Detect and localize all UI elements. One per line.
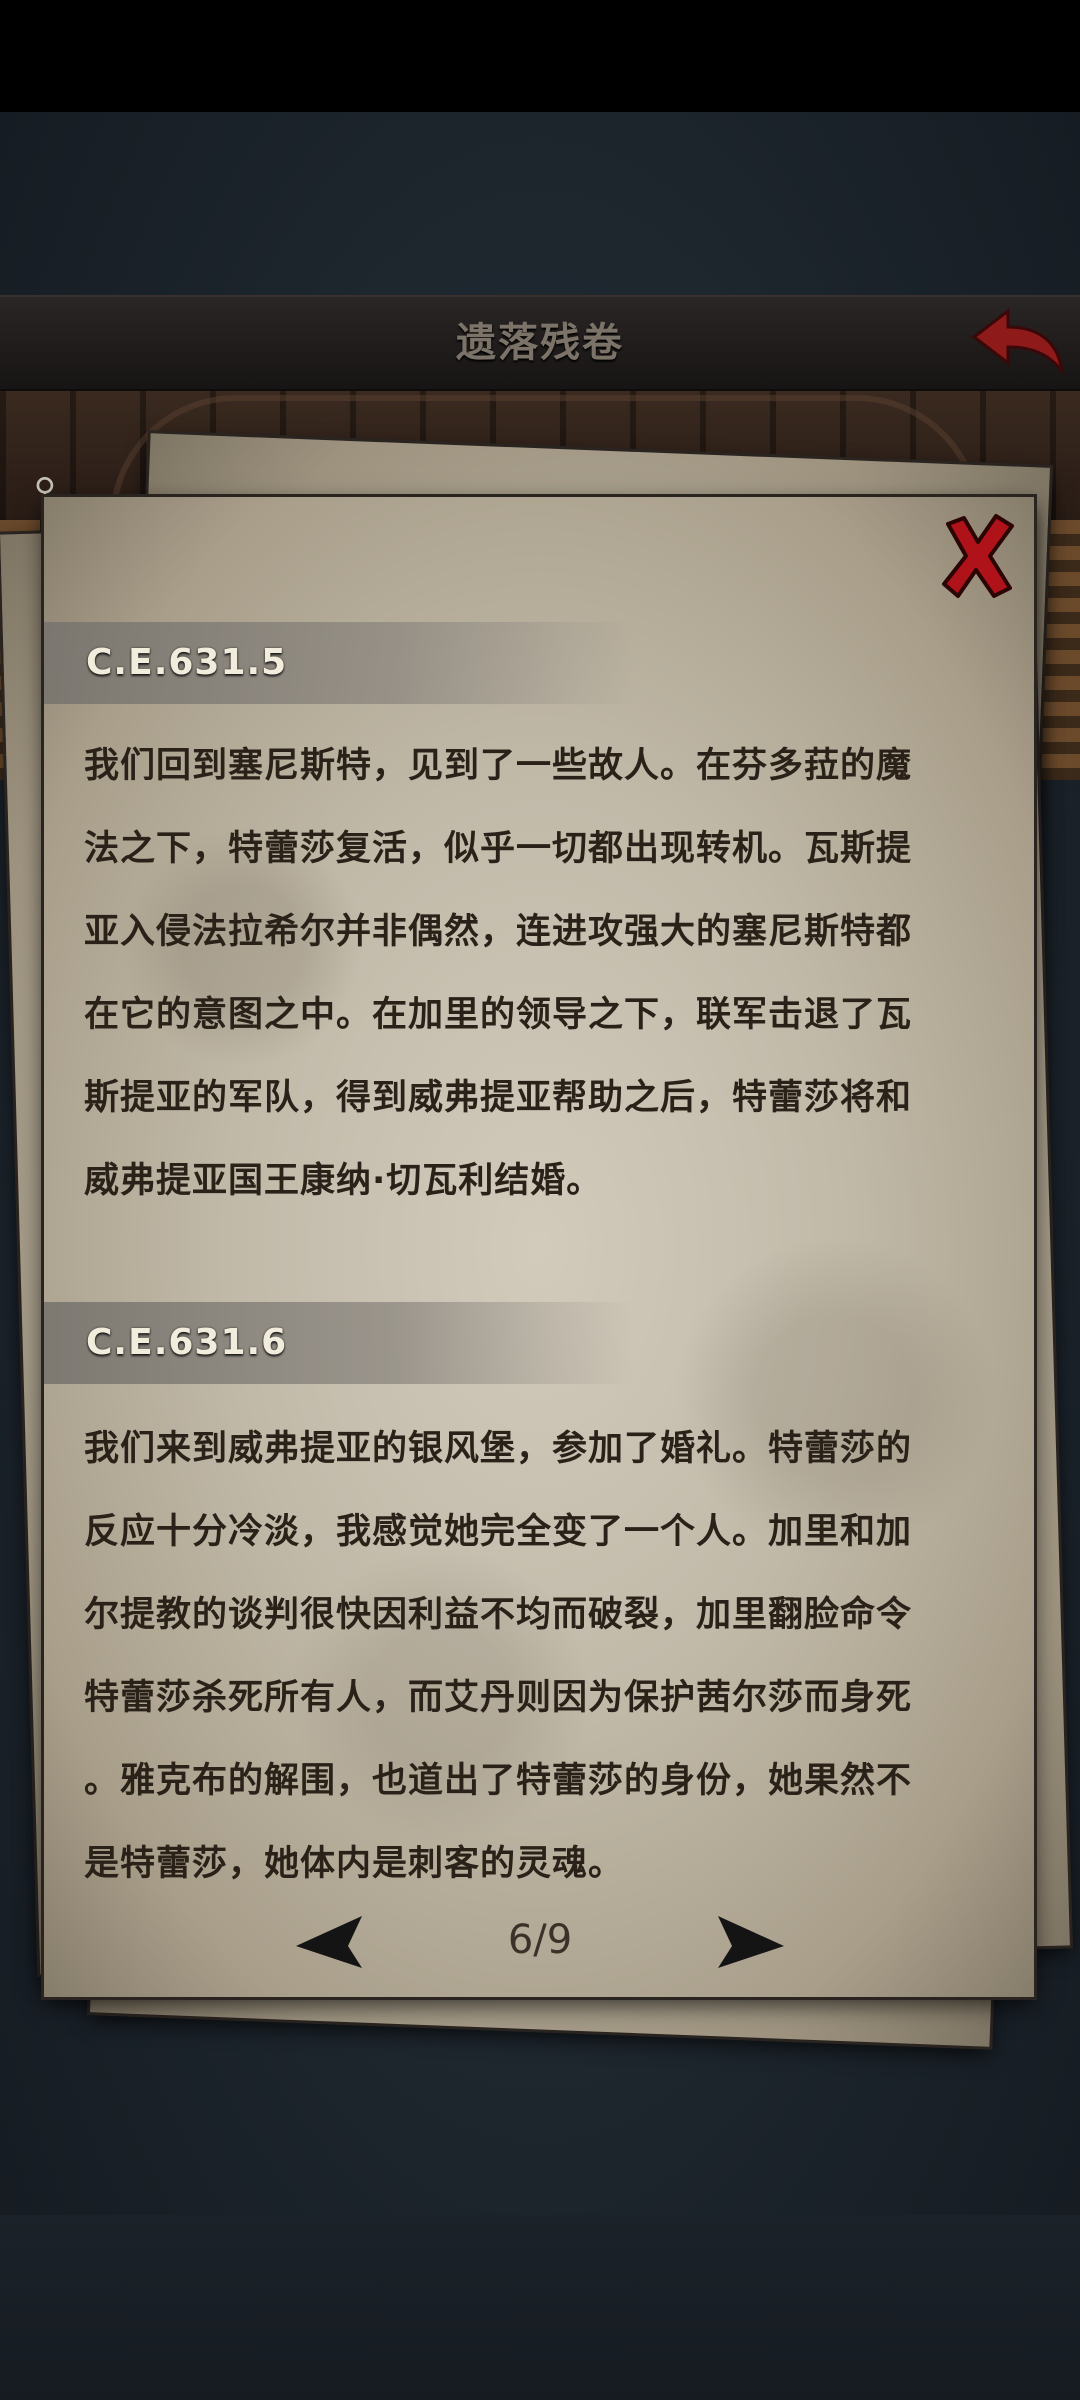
back-arrow-icon bbox=[971, 307, 1065, 377]
entry-line: 亚入侵法拉希尔并非偶然，连进攻强大的塞尼斯特都 bbox=[84, 912, 913, 952]
status-bar bbox=[0, 0, 1080, 112]
entry-line: 斯提亚的军队，得到威弗提亚帮助之后，特蕾莎将和 bbox=[84, 1078, 913, 1118]
next-arrow-icon bbox=[718, 1916, 784, 1968]
prev-page-button[interactable] bbox=[292, 1910, 368, 1970]
entry-body: 我们来到威弗提亚的银风堡，参加了婚礼。特蕾莎的 反应十分冷淡，我感觉她完全变了一… bbox=[84, 1408, 996, 1906]
entry-line: 是特蕾莎，她体内是刺客的灵魂。 bbox=[84, 1844, 625, 1884]
next-page-button[interactable] bbox=[712, 1910, 788, 1970]
bottom-area bbox=[0, 2215, 1080, 2400]
entry-line: 反应十分冷淡，我感觉她完全变了一个人。加里和加 bbox=[84, 1512, 913, 1552]
close-x-icon bbox=[942, 514, 1014, 598]
entry-line: 在它的意图之中。在加里的领导之下，联军击退了瓦 bbox=[84, 995, 913, 1035]
entry-line: 我们回到塞尼斯特，见到了一些故人。在芬多菈的魔 bbox=[84, 746, 913, 786]
back-button[interactable] bbox=[968, 303, 1068, 379]
entry-line: 法之下，特蕾莎复活，似乎一切都出现转机。瓦斯提 bbox=[84, 829, 913, 869]
title-bar: 遗落残卷 bbox=[0, 295, 1080, 391]
page-title: 遗落残卷 bbox=[456, 320, 624, 366]
entry-body: 我们回到塞尼斯特，见到了一些故人。在芬多菈的魔 法之下，特蕾莎复活，似乎一切都出… bbox=[84, 725, 996, 1223]
entry-line: 尔提教的谈判很快因利益不均而破裂，加里翻脸命令 bbox=[84, 1595, 913, 1635]
entry-line: 我们来到威弗提亚的银风堡，参加了婚礼。特蕾莎的 bbox=[84, 1429, 913, 1469]
entry-line: 。雅克布的解围，也道出了特蕾莎的身份，她果然不 bbox=[84, 1761, 913, 1801]
entry-line: 特蕾莎杀死所有人，而艾丹则因为保护茜尔莎而身死 bbox=[84, 1678, 913, 1718]
entry-line: 威弗提亚国王康纳·切瓦利结婚。 bbox=[84, 1161, 603, 1201]
prev-arrow-icon bbox=[296, 1916, 362, 1968]
close-button[interactable] bbox=[938, 512, 1018, 600]
entry-date: C.E.631.5 bbox=[86, 642, 288, 683]
page-indicator: 6/9 bbox=[507, 1917, 573, 1963]
entry-date: C.E.631.6 bbox=[86, 1322, 288, 1363]
